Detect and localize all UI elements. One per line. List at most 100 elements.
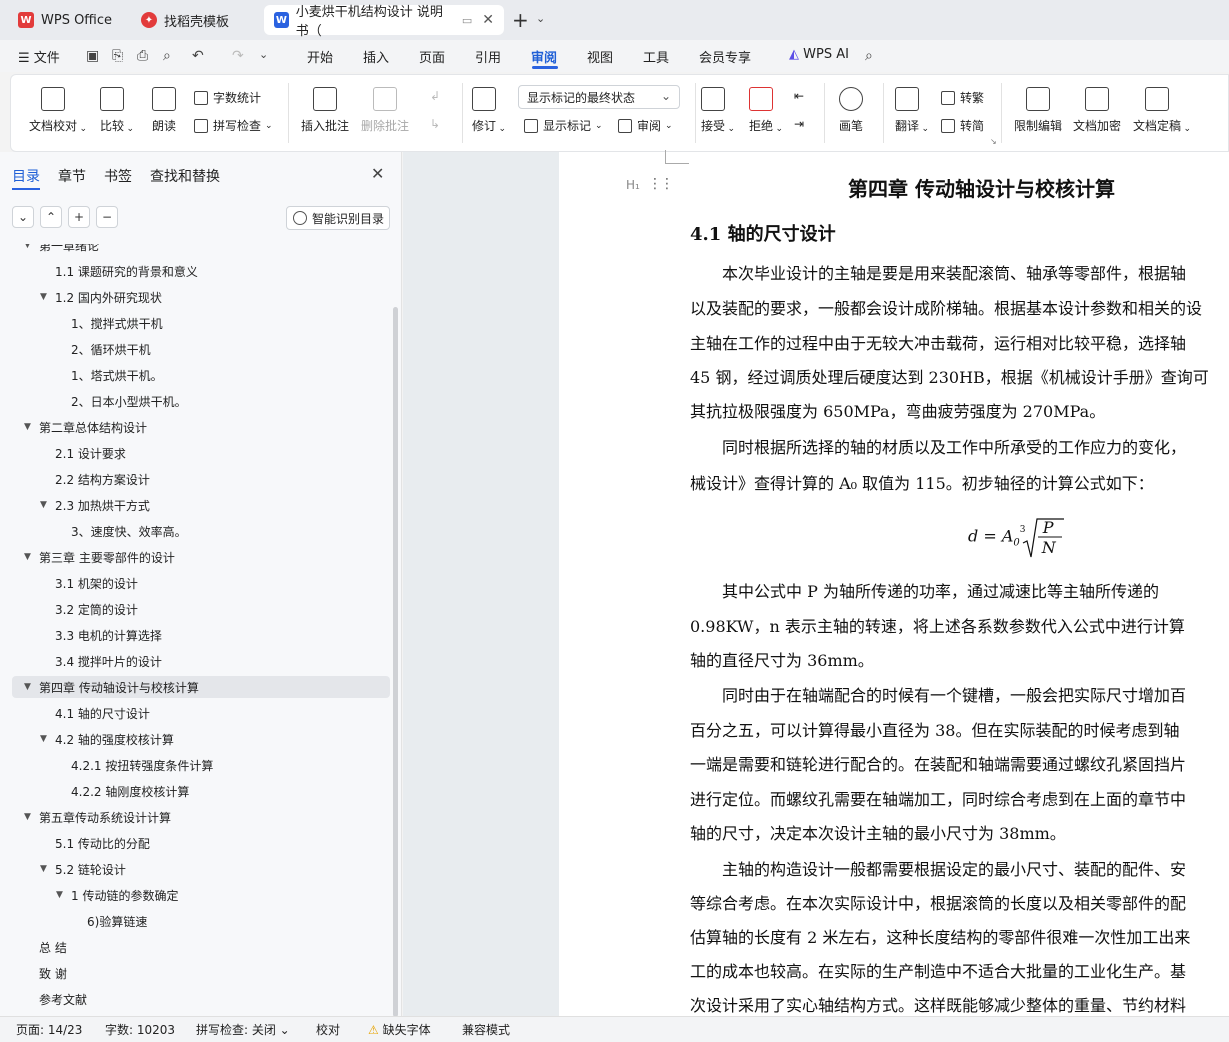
toc-item[interactable]: 1、搅拌式烘干机 [0, 312, 390, 334]
toc-item[interactable]: 3.3 电机的计算选择 [0, 624, 390, 646]
smart-toc-button[interactable]: 智能识别目录 [286, 206, 390, 230]
toc-item[interactable]: ▼ 1.2 国内外研究现状 [0, 286, 390, 308]
expand-triangle-icon[interactable]: ▼ [24, 812, 31, 822]
next-comment-icon[interactable]: ↳ [430, 117, 440, 131]
insert-comment-button[interactable]: 插入批注 [301, 87, 349, 134]
delete-comment-button[interactable]: 删除批注 [361, 87, 409, 134]
pen-button[interactable]: 画笔 [839, 87, 863, 134]
tab-docer[interactable]: ✦ 找稻壳模板 [131, 5, 257, 35]
tab-wps-office[interactable]: W WPS Office [8, 5, 124, 35]
toc-item[interactable]: ▼ 5.2 链轮设计 [0, 858, 390, 880]
menu-view[interactable]: 视图 [587, 47, 613, 66]
prev-revision-icon[interactable]: ⇤ [794, 89, 804, 103]
menu-reference[interactable]: 引用 [475, 47, 501, 66]
tab-toc[interactable]: 目录 [12, 166, 40, 186]
spell-check-button[interactable]: 拼写检查 ⌄ [194, 117, 273, 134]
menu-home[interactable]: 开始 [307, 47, 333, 66]
remove-heading-icon[interactable]: − [96, 206, 118, 228]
toc-item[interactable]: ▼ 第五章传动系统设计计算 [0, 806, 390, 828]
markup-state-select[interactable]: 显示标记的最终状态 ⌄ [518, 85, 680, 109]
expand-triangle-icon[interactable]: ▼ [24, 422, 31, 432]
heading-level-icon[interactable]: H₁ [626, 178, 640, 192]
expand-triangle-icon[interactable]: ▼ [40, 292, 47, 302]
expand-triangle-icon[interactable]: ▼ [24, 244, 31, 250]
expand-triangle-icon[interactable]: ▼ [40, 500, 47, 510]
menu-member[interactable]: 会员专享 [699, 47, 751, 66]
expand-dialog-icon[interactable]: ↘ [990, 137, 997, 146]
toc-item[interactable]: 3.4 搅拌叶片的设计 [0, 650, 390, 672]
toc-item[interactable]: 2.1 设计要求 [0, 442, 390, 464]
finalize-button[interactable]: 文档定稿 ⌄ [1133, 87, 1191, 134]
reject-button[interactable]: 拒绝 ⌄ [749, 87, 783, 134]
wps-ai-button[interactable]: ◭ WPS AI [789, 47, 849, 62]
new-tab-plus-icon[interactable]: + [512, 8, 529, 32]
toc-item[interactable]: 1.1 课题研究的背景和意义 [0, 260, 390, 282]
toc-item[interactable]: 5.1 传动比的分配 [0, 832, 390, 854]
expand-triangle-icon[interactable]: ▼ [40, 864, 47, 874]
tab-find-replace[interactable]: 查找和替换 [150, 166, 220, 186]
toc-item[interactable]: 参考文献 [0, 988, 390, 1010]
expand-triangle-icon[interactable]: ▼ [24, 552, 31, 562]
tab-bookmarks[interactable]: 书签 [104, 166, 132, 186]
toc-item[interactable]: 2、循环烘干机 [0, 338, 390, 360]
prev-comment-icon[interactable]: ↲ [430, 89, 440, 103]
expand-triangle-icon[interactable]: ▼ [40, 734, 47, 744]
toc-item[interactable]: 3.1 机架的设计 [0, 572, 390, 594]
toc-item[interactable]: ▼ 4.2 轴的强度校核计算 [0, 728, 390, 750]
menu-review[interactable]: 审阅 [531, 47, 557, 66]
spell-check-status[interactable]: 拼写检查: 关闭 ⌄ [196, 1021, 290, 1038]
show-markup-button[interactable]: 显示标记 ⌄ [524, 117, 603, 134]
revise-button[interactable]: 修订 ⌄ [472, 87, 506, 134]
save-icon[interactable]: ▣ [86, 48, 99, 64]
toc-item[interactable]: 2.2 结构方案设计 [0, 468, 390, 490]
toc-item[interactable]: 2、日本小型烘干机。 [0, 390, 390, 412]
toc-item[interactable]: 3、速度快、效率高。 [0, 520, 390, 542]
menu-insert[interactable]: 插入 [363, 47, 389, 66]
collapse-down-icon[interactable]: ⌄ [12, 206, 34, 228]
missing-font-status[interactable]: ⚠ 缺失字体 [368, 1021, 431, 1038]
expand-triangle-icon[interactable]: ▼ [24, 682, 31, 692]
page-indicator[interactable]: 页面: 14/23 [16, 1021, 82, 1038]
compare-button[interactable]: 比较 ⌄ [100, 87, 134, 134]
tab-chapters[interactable]: 章节 [58, 166, 86, 186]
menu-page[interactable]: 页面 [419, 47, 445, 66]
toc-item[interactable]: 3.2 定筒的设计 [0, 598, 390, 620]
redo-icon[interactable]: ↷ [232, 48, 244, 64]
menu-file[interactable]: ☰ 文件 [18, 47, 60, 66]
toc-item[interactable]: ▼ 2.3 加热烘干方式 [0, 494, 390, 516]
menu-tools[interactable]: 工具 [643, 47, 669, 66]
collapse-up-icon[interactable]: ⌃ [40, 206, 62, 228]
chevron-down-icon[interactable]: ⌄ [536, 12, 545, 25]
restrict-edit-button[interactable]: 限制编辑 [1014, 87, 1062, 134]
to-traditional-button[interactable]: 转繁 [941, 89, 984, 106]
word-count-indicator[interactable]: 字数: 10203 [105, 1021, 175, 1038]
toc-item[interactable]: 6)验算链速 [0, 910, 390, 932]
toc-item[interactable]: 4.2.1 按扭转强度条件计算 [0, 754, 390, 776]
add-heading-icon[interactable]: + [68, 206, 90, 228]
undo-icon[interactable]: ↶ [192, 48, 204, 64]
toc-item[interactable]: ▼ 1 传动链的参数确定 [0, 884, 390, 906]
word-count-button[interactable]: 字数统计 [194, 89, 261, 106]
expand-triangle-icon[interactable]: ▼ [56, 890, 63, 900]
encrypt-button[interactable]: 文档加密 [1073, 87, 1121, 134]
toc-item[interactable]: ▼ 第二章总体结构设计 [0, 416, 390, 438]
print-icon[interactable]: ⎙ [137, 48, 148, 64]
close-icon[interactable]: ✕ [482, 12, 494, 28]
search-icon[interactable]: ⌕ [865, 48, 873, 64]
accept-button[interactable]: 接受 ⌄ [701, 87, 735, 134]
close-icon[interactable]: ✕ [371, 164, 384, 183]
toc-item[interactable]: ▼ 第四章 传动轴设计与校核计算 [12, 676, 390, 698]
tab-document[interactable]: W 小麦烘干机结构设计 说明书（ ▭ ✕ [264, 5, 504, 39]
review-pane-button[interactable]: 审阅 ⌄ [618, 117, 673, 134]
toc-item[interactable]: ▼ 第一章绪论 [0, 244, 390, 256]
read-aloud-button[interactable]: 朗读 [152, 87, 176, 134]
toc-item[interactable]: ▼ 第三章 主要零部件的设计 [0, 546, 390, 568]
next-revision-icon[interactable]: ⇥ [794, 117, 804, 131]
quick-access-chevron-icon[interactable]: ⌄ [259, 48, 268, 61]
doc-check-button[interactable]: 文档校对 ⌄ [29, 87, 87, 134]
export-icon[interactable]: ⎘ [112, 48, 123, 64]
to-simplified-button[interactable]: 转简 [941, 117, 984, 134]
translate-button[interactable]: 翻译 ⌄ [895, 87, 929, 134]
sidebar-scrollbar[interactable] [393, 307, 398, 1017]
toc-item[interactable]: 致 谢 [0, 962, 390, 984]
